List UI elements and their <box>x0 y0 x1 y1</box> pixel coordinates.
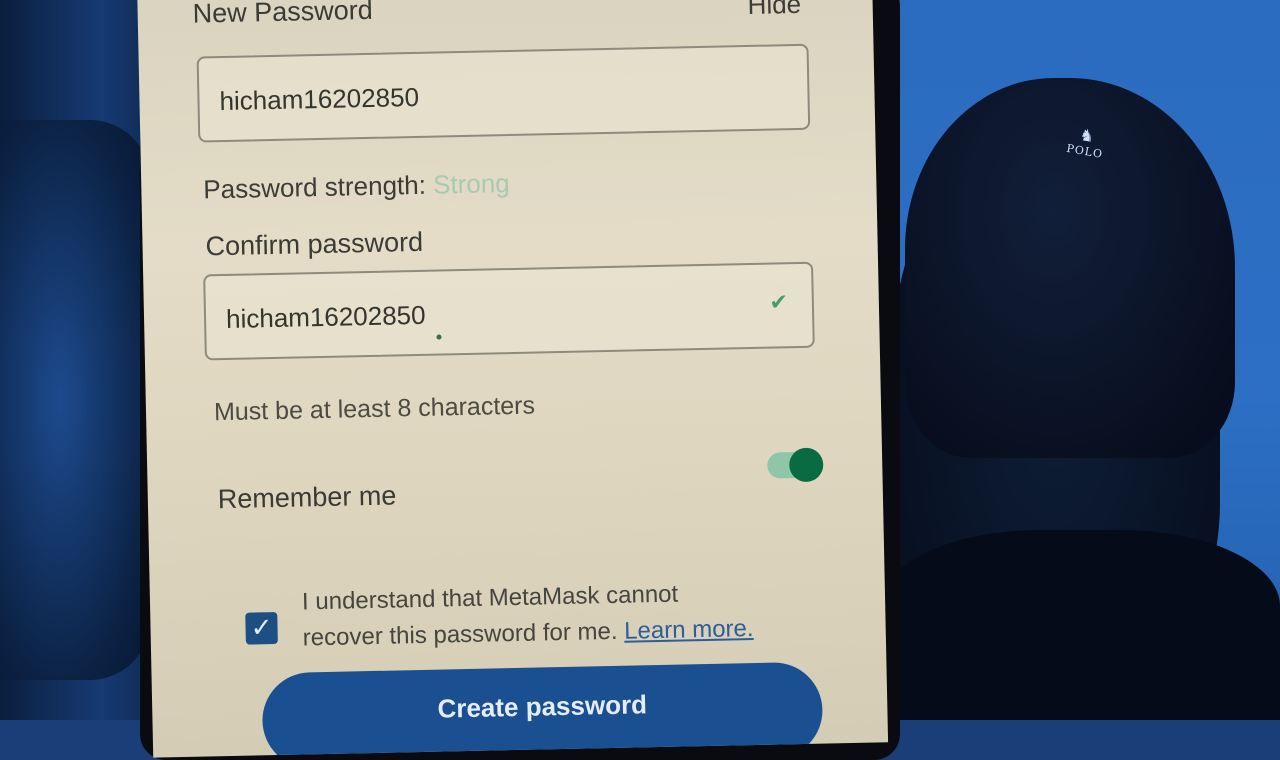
hide-password-button[interactable]: Hide <box>747 0 801 21</box>
confirm-password-input[interactable]: hicham16202850 ✔ <box>203 261 815 361</box>
create-password-button[interactable]: Create password <box>261 661 824 758</box>
cursor-dot <box>436 334 442 340</box>
confirm-password-label: Confirm password <box>205 226 424 262</box>
password-hint: Must be at least 8 characters <box>213 391 536 427</box>
consent-text: I understand that MetaMask cannot recove… <box>302 575 754 656</box>
check-icon: ✔ <box>769 290 789 316</box>
learn-more-link[interactable]: Learn more. <box>624 615 754 645</box>
phone-screen: New Password Hide hicham16202850 Passwor… <box>136 0 889 758</box>
consent-line-2: recover this password for me. <box>302 617 618 652</box>
remember-me-label: Remember me <box>217 480 397 515</box>
consent-checkbox[interactable]: ✓ <box>245 611 278 645</box>
strength-label: Password strength: <box>203 169 427 205</box>
new-password-value: hicham16202850 <box>219 81 420 117</box>
toggle-knob <box>788 447 824 483</box>
new-password-input[interactable]: hicham16202850 <box>196 43 811 143</box>
cap-logo: ♞ POLO <box>1066 123 1108 161</box>
strength-value: Strong <box>432 168 511 200</box>
confirm-password-value: hicham16202850 <box>225 299 426 334</box>
person-body <box>880 530 1280 720</box>
password-strength: Password strength: Strong <box>203 168 510 205</box>
new-password-label: New Password <box>192 0 374 29</box>
hand <box>0 120 150 680</box>
remember-me-toggle[interactable] <box>766 447 824 483</box>
checkmark-icon: ✓ <box>250 613 273 644</box>
